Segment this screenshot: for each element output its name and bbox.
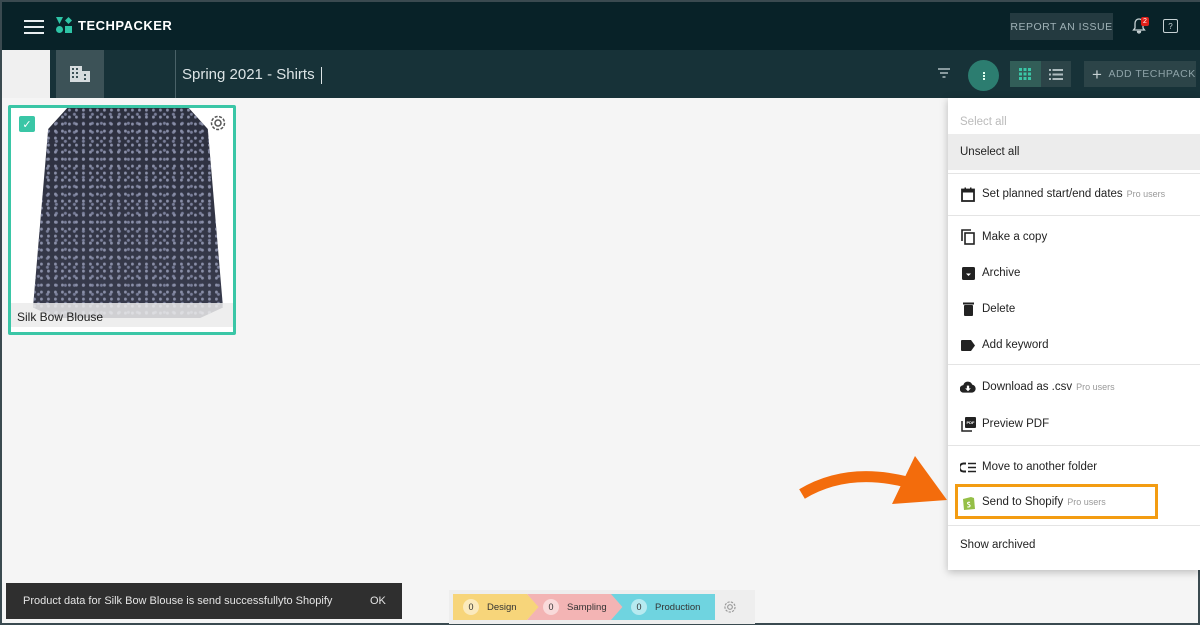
stage-count: 0 bbox=[543, 599, 559, 615]
hamburger-menu-icon[interactable] bbox=[24, 16, 44, 36]
report-issue-button[interactable]: REPORT AN ISSUE bbox=[1010, 13, 1113, 40]
text-cursor bbox=[320, 66, 322, 84]
menu-divider bbox=[948, 173, 1200, 174]
menu-item-archive[interactable]: Archive bbox=[948, 255, 1200, 291]
menu-item-label: Unselect all bbox=[960, 146, 1020, 158]
menu-item-label: Send to Shopify bbox=[982, 496, 1064, 508]
menu-item-delete[interactable]: Delete bbox=[948, 291, 1200, 327]
menu-item-label: Set planned start/end dates bbox=[982, 188, 1123, 200]
notification-badge: 2 bbox=[1141, 17, 1149, 26]
view-toggle bbox=[1010, 61, 1071, 87]
stage-count: 0 bbox=[631, 599, 647, 615]
stage-label: Design bbox=[487, 601, 517, 613]
pro-users-tag: Pro users bbox=[1076, 382, 1115, 392]
menu-item-show-archived[interactable]: Show archived bbox=[948, 527, 1200, 563]
stage-count: 0 bbox=[463, 599, 479, 615]
pro-users-tag: Pro users bbox=[1067, 497, 1106, 507]
building-icon bbox=[70, 66, 90, 82]
cloud-download-icon bbox=[960, 379, 976, 395]
menu-item-label: Download as .csv bbox=[982, 381, 1073, 393]
more-options-button[interactable] bbox=[968, 60, 999, 91]
menu-divider bbox=[948, 445, 1200, 446]
toolbar-divider bbox=[175, 50, 176, 98]
stage-label: Sampling bbox=[567, 601, 607, 613]
stage-sampling[interactable]: 0 Sampling bbox=[527, 594, 623, 620]
menu-item-preview-pdf[interactable]: PDF Preview PDF bbox=[948, 406, 1200, 442]
folder-title: Spring 2021 - Shirts bbox=[182, 66, 315, 83]
list-view-button[interactable] bbox=[1041, 61, 1072, 87]
menu-divider bbox=[948, 215, 1200, 216]
add-techpack-button[interactable]: + ADD TECHPACK bbox=[1084, 61, 1196, 87]
product-image bbox=[33, 108, 223, 318]
menu-item-download-csv[interactable]: Download as .csv Pro users bbox=[948, 369, 1200, 405]
menu-item-label: Archive bbox=[982, 267, 1021, 279]
menu-item-label: Add keyword bbox=[982, 339, 1049, 351]
move-folder-icon bbox=[960, 459, 976, 475]
menu-item-unselect-all[interactable]: Unselect all bbox=[948, 134, 1200, 170]
select-checkbox[interactable]: ✓ bbox=[19, 116, 35, 132]
plus-icon: + bbox=[1092, 64, 1103, 84]
pdf-icon: PDF bbox=[960, 416, 976, 432]
label-icon bbox=[960, 337, 976, 353]
product-card[interactable]: Silk Bow Blouse ✓ bbox=[8, 105, 236, 335]
copy-icon bbox=[960, 229, 976, 245]
snackbar-ok-button[interactable]: OK bbox=[370, 595, 386, 607]
grid-icon bbox=[1019, 68, 1032, 80]
app-name: TECHPACKER bbox=[78, 17, 173, 33]
menu-item-label: Delete bbox=[982, 303, 1016, 315]
menu-item-make-copy[interactable]: Make a copy bbox=[948, 219, 1200, 255]
archive-icon bbox=[960, 265, 976, 281]
menu-item-move-folder[interactable]: Move to another folder bbox=[948, 449, 1200, 485]
shopify-icon bbox=[960, 494, 976, 510]
menu-item-label: Move to another folder bbox=[982, 461, 1098, 473]
menu-item-label: Select all bbox=[960, 116, 1007, 128]
help-chat-icon[interactable]: ? bbox=[1163, 19, 1178, 33]
folder-title-field[interactable]: Spring 2021 - Shirts bbox=[182, 66, 322, 84]
top-navbar: TECHPACKER REPORT AN ISSUE 2 ? bbox=[2, 2, 1200, 50]
menu-item-label: Preview PDF bbox=[982, 418, 1050, 430]
vertical-dots-icon bbox=[982, 74, 985, 77]
techpacker-logo-icon bbox=[56, 17, 72, 33]
grid-view-button[interactable] bbox=[1010, 61, 1041, 87]
left-gutter bbox=[2, 50, 50, 98]
bulk-actions-menu: Select all Unselect all Set planned star… bbox=[948, 98, 1200, 570]
stage-label: Production bbox=[655, 601, 701, 613]
menu-divider bbox=[948, 364, 1200, 365]
menu-divider bbox=[948, 525, 1200, 526]
trash-icon bbox=[960, 301, 976, 317]
pro-users-tag: Pro users bbox=[1126, 189, 1166, 199]
snackbar-message: Product data for Silk Bow Blouse is send… bbox=[23, 595, 333, 607]
snackbar-notification: Product data for Silk Bow Blouse is send… bbox=[6, 583, 402, 619]
stage-pipeline: 0 Design 0 Sampling 0 Production bbox=[449, 590, 755, 624]
card-settings-gear-icon[interactable] bbox=[209, 114, 227, 132]
list-icon bbox=[1048, 68, 1063, 80]
menu-item-set-dates[interactable]: Set planned start/end dates Pro users bbox=[948, 176, 1200, 212]
menu-item-send-to-shopify[interactable]: Send to Shopify Pro users bbox=[948, 484, 1200, 520]
product-name: Silk Bow Blouse bbox=[17, 310, 104, 324]
stage-production[interactable]: 0 Production bbox=[611, 594, 715, 620]
stage-design[interactable]: 0 Design bbox=[453, 594, 539, 620]
stage-settings-gear-icon[interactable] bbox=[723, 600, 737, 614]
app-logo[interactable]: TECHPACKER bbox=[56, 17, 172, 33]
checkmark-icon: ✓ bbox=[22, 118, 32, 131]
menu-item-add-keyword[interactable]: Add keyword bbox=[948, 327, 1200, 363]
calendar-icon bbox=[960, 186, 976, 202]
menu-item-label: Make a copy bbox=[982, 231, 1048, 243]
organization-button[interactable] bbox=[56, 50, 104, 98]
menu-item-label: Show archived bbox=[960, 539, 1036, 551]
annotation-arrow-icon bbox=[799, 456, 947, 504]
filter-icon[interactable] bbox=[938, 68, 950, 78]
svg-text:PDF: PDF bbox=[966, 420, 975, 425]
add-techpack-label: ADD TECHPACK bbox=[1108, 68, 1196, 80]
